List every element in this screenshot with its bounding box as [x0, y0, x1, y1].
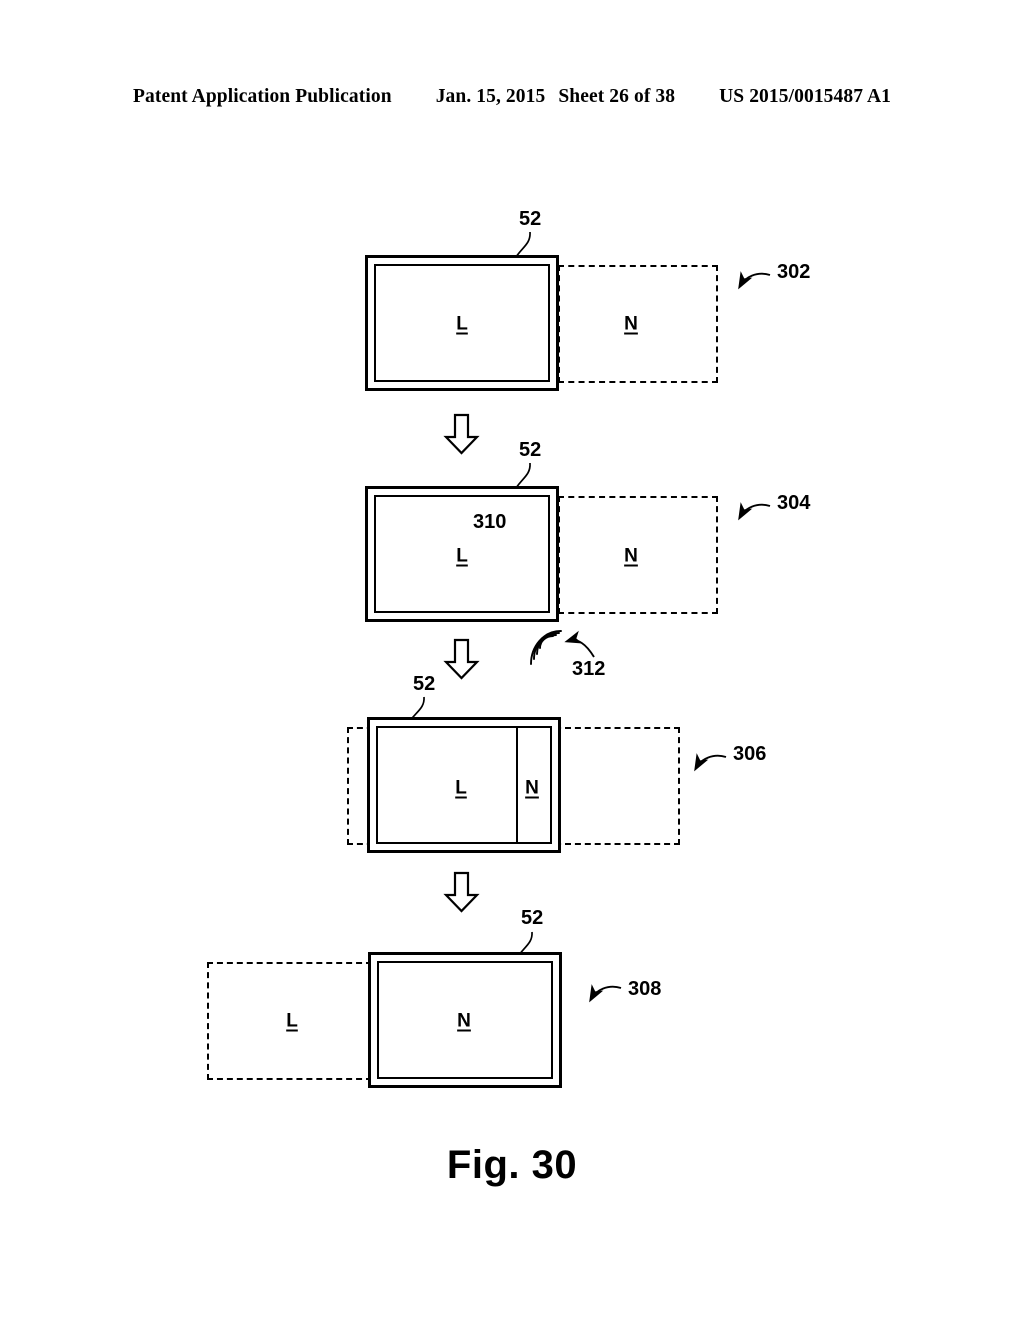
content-label-N-302: N — [624, 313, 638, 335]
content-label-L-302: L — [456, 313, 468, 335]
ref-numeral-302: 302 — [777, 261, 811, 283]
callout-arrow-304 — [738, 502, 771, 521]
ref-numeral-308: 308 — [628, 978, 662, 1000]
ref-numeral-312: 312 — [572, 658, 606, 680]
content-label-L-308: L — [286, 1010, 298, 1032]
ref-numeral-52-panel-308: 52 — [521, 907, 544, 929]
ref-numeral-52-panel-302: 52 — [519, 208, 542, 230]
ref-numeral-52-panel-304: 52 — [519, 439, 542, 461]
ref-numeral-52-panel-306: 52 — [413, 673, 436, 695]
content-label-N-304: N — [624, 545, 638, 567]
callout-arrow-306 — [694, 753, 727, 772]
content-label-N-308: N — [457, 1010, 471, 1032]
offscreen-region-302 — [558, 265, 718, 383]
callout-arrow-312 — [564, 630, 595, 658]
content-label-L-306: L — [455, 777, 467, 799]
callout-arrow-302 — [738, 271, 771, 290]
callout-arrow-308 — [589, 984, 622, 1003]
wireless-waves-icon-312 — [530, 630, 562, 665]
flow-arrow-304-306 — [443, 638, 480, 680]
figure-30: L N 52 302 L N 52 310 312 304 L N 52 306… — [0, 0, 1024, 1320]
offscreen-region-304 — [558, 496, 718, 614]
content-strip-divider-306 — [516, 726, 518, 844]
flow-arrow-306-308 — [443, 871, 480, 913]
flow-arrow-302-304 — [443, 413, 480, 455]
ref-numeral-306: 306 — [733, 743, 767, 765]
ref-numeral-304: 304 — [777, 492, 811, 514]
content-label-L-304: L — [456, 545, 468, 567]
content-label-N-306: N — [525, 777, 539, 799]
figure-caption: Fig. 30 — [446, 1143, 578, 1187]
ref-numeral-310: 310 — [473, 511, 507, 533]
figure-vector-layer — [405, 231, 771, 1003]
